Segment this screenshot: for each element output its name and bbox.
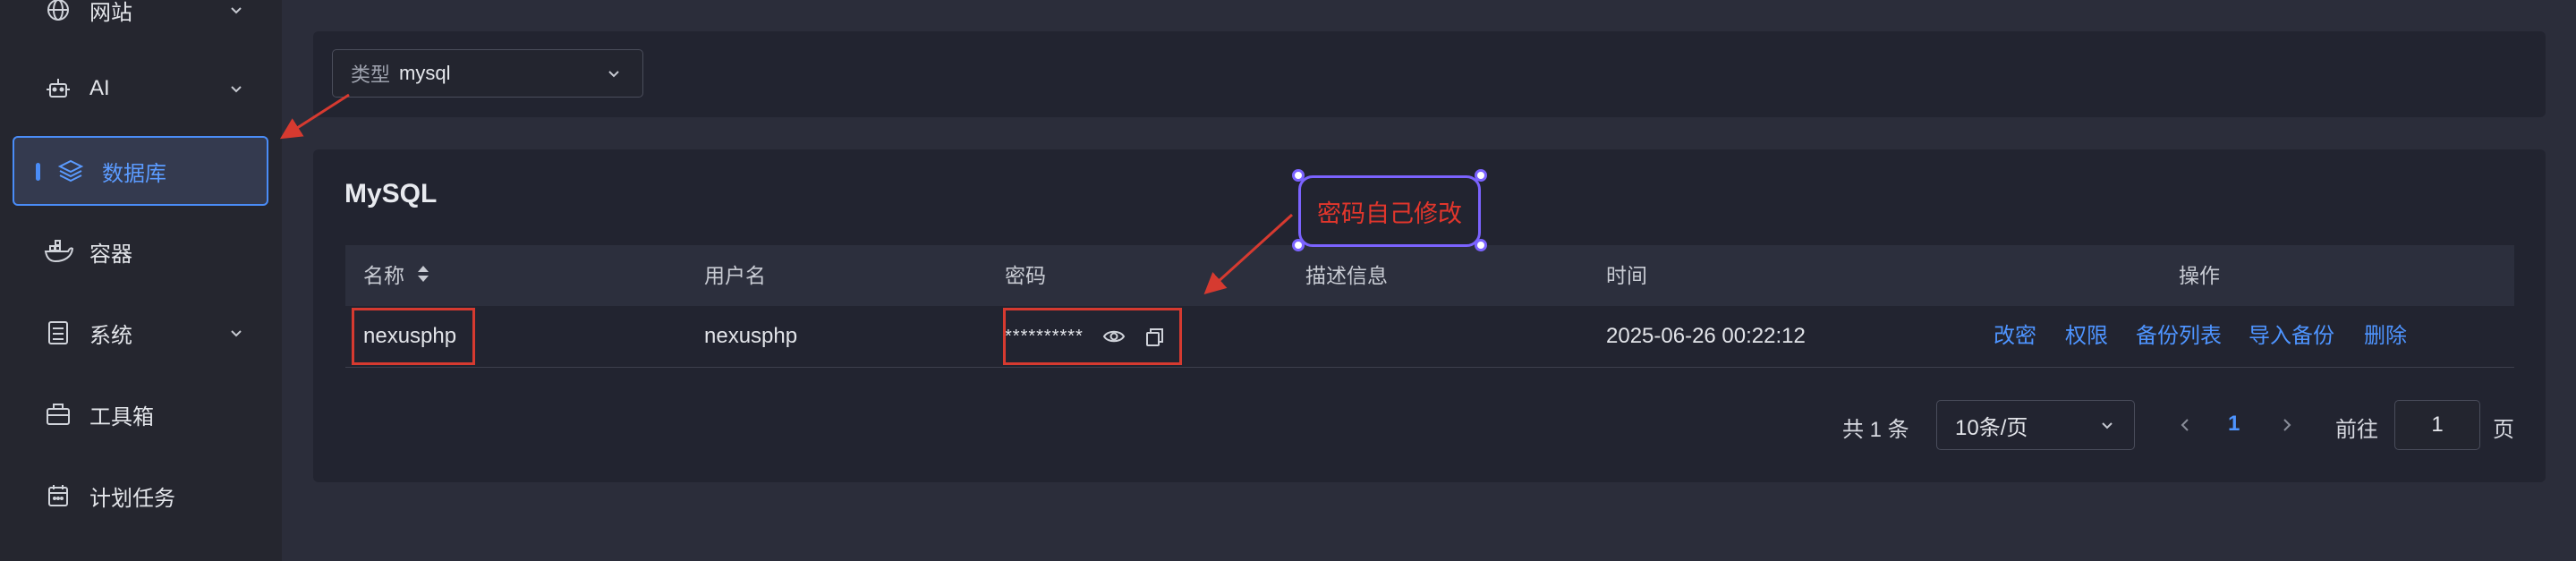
arrow-to-password [1203, 213, 1294, 295]
annotation-arrows [279, 93, 1294, 295]
arrow-to-database [279, 93, 350, 140]
